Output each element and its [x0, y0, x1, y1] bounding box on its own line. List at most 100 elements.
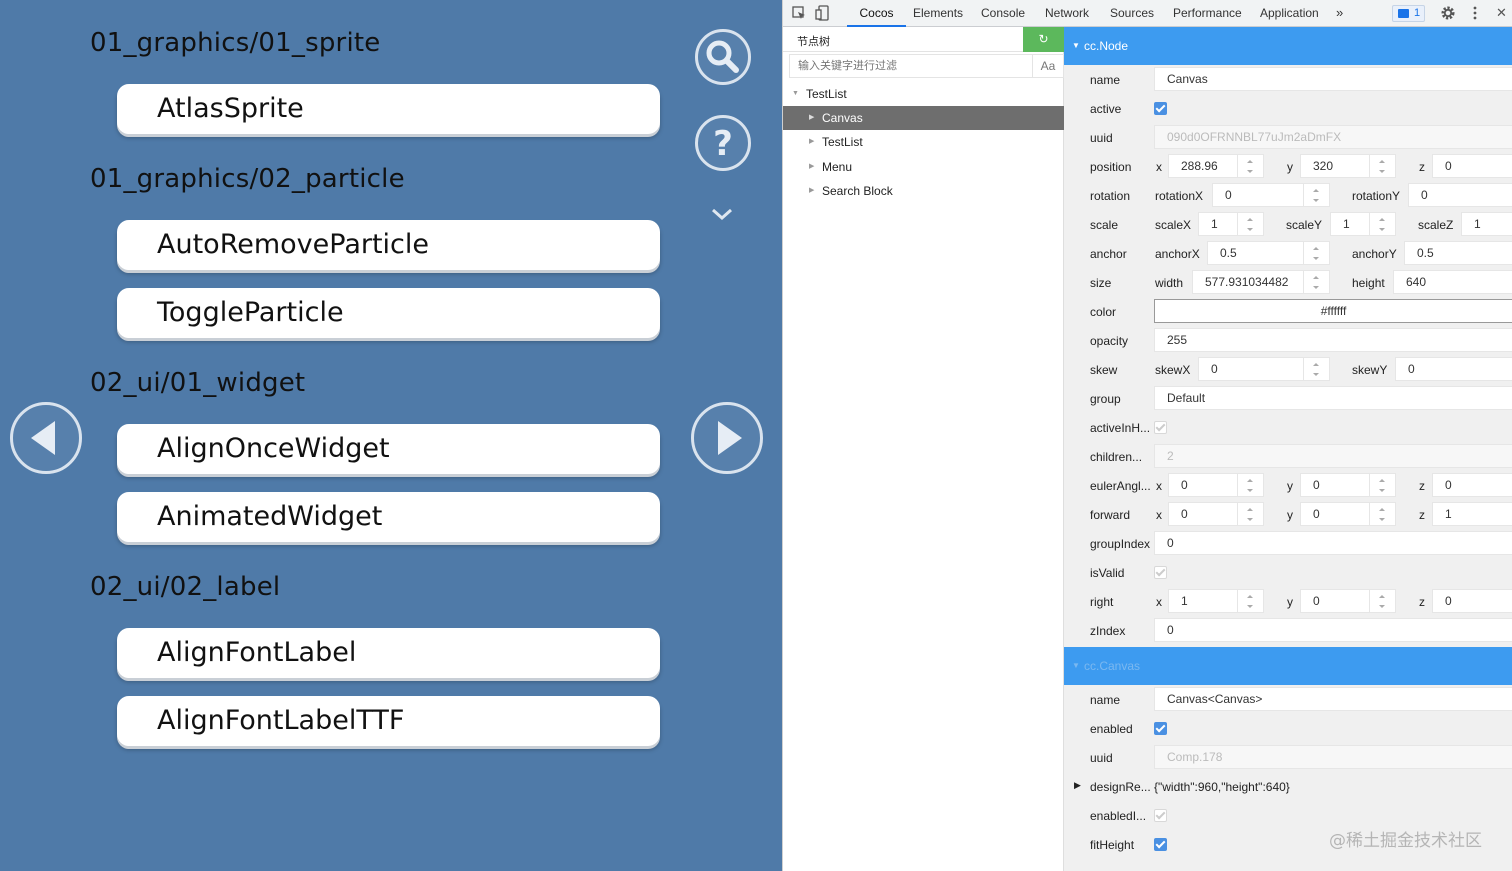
- watermark: @稀土掘金技术社区: [1329, 831, 1482, 851]
- right-x-input[interactable]: 1: [1168, 589, 1238, 613]
- tab-performance[interactable]: Performance: [1173, 0, 1242, 27]
- forward-y-stepper[interactable]: [1370, 502, 1396, 526]
- skew-x-input[interactable]: 0: [1198, 357, 1304, 381]
- position-x-input[interactable]: 288.96: [1168, 154, 1238, 178]
- test-button-animatedwidget[interactable]: AnimatedWidget: [117, 492, 660, 542]
- scale-x-stepper[interactable]: [1238, 212, 1264, 236]
- euler-x-input[interactable]: 0: [1168, 473, 1238, 497]
- tree-node-canvas[interactable]: ▶ Canvas: [783, 106, 1064, 130]
- euler-z-input[interactable]: 0: [1432, 473, 1512, 497]
- prop-row-design-resolution[interactable]: ▶ designRe... {"width":960,"height":640}: [1064, 772, 1512, 801]
- devtools-tabbar: Cocos Elements Console Network Sources P…: [783, 0, 1512, 27]
- forward-x-stepper[interactable]: [1238, 502, 1264, 526]
- active-checkbox[interactable]: [1154, 102, 1167, 115]
- position-z-input[interactable]: 0: [1432, 154, 1512, 178]
- fit-height-checkbox[interactable]: [1154, 838, 1167, 851]
- test-button-toggleparticle[interactable]: ToggleParticle: [117, 288, 660, 338]
- right-z-input[interactable]: 0: [1432, 589, 1512, 613]
- expand-triangle-icon[interactable]: ▶: [1074, 780, 1081, 791]
- rotation-x-stepper[interactable]: [1304, 183, 1330, 207]
- canvas-name-field[interactable]: Canvas<Canvas>: [1154, 687, 1512, 711]
- rotation-y-input[interactable]: 0: [1408, 183, 1512, 207]
- device-toolbar-icon[interactable]: [815, 5, 831, 21]
- tab-cocos[interactable]: Cocos: [847, 0, 906, 27]
- tab-elements[interactable]: Elements: [913, 0, 963, 27]
- zindex-input[interactable]: 0: [1154, 618, 1512, 642]
- section-title: 01_graphics/01_sprite: [90, 28, 381, 58]
- position-y-input[interactable]: 320: [1300, 154, 1370, 178]
- height-input[interactable]: 640: [1393, 270, 1512, 294]
- forward-z-input[interactable]: 1: [1432, 502, 1512, 526]
- euler-y-input[interactable]: 0: [1300, 473, 1370, 497]
- help-icon[interactable]: ?: [695, 115, 751, 171]
- inspect-element-icon[interactable]: [791, 5, 807, 21]
- width-stepper[interactable]: [1304, 270, 1330, 294]
- test-button-autoremoveparticle[interactable]: AutoRemoveParticle: [117, 220, 660, 270]
- position-y-stepper[interactable]: [1370, 154, 1396, 178]
- prop-row-scale: scale scaleX 1 scaleY 1 scaleZ 1: [1064, 210, 1512, 239]
- skew-x-stepper[interactable]: [1304, 357, 1330, 381]
- right-y-stepper[interactable]: [1370, 589, 1396, 613]
- prop-row-anchor: anchor anchorX 0.5 anchorY 0.5: [1064, 239, 1512, 268]
- chevron-down-icon[interactable]: [711, 207, 733, 221]
- group-field[interactable]: Default: [1154, 386, 1512, 410]
- close-icon[interactable]: ✕: [1496, 0, 1507, 27]
- expanded-triangle-icon: ▼: [792, 90, 799, 97]
- section-title: 01_graphics/02_particle: [90, 164, 405, 194]
- tree-node-testlist-root[interactable]: ▼ TestList: [783, 82, 1064, 106]
- forward-y-input[interactable]: 0: [1300, 502, 1370, 526]
- test-button-alignfontlabelttf[interactable]: AlignFontLabelTTF: [117, 696, 660, 746]
- collapsed-triangle-icon: ▶: [809, 138, 815, 145]
- arrow-right-icon[interactable]: [691, 402, 763, 474]
- refresh-button[interactable]: ↻: [1023, 27, 1064, 52]
- game-viewport[interactable]: 01_graphics/01_sprite AtlasSprite 01_gra…: [0, 0, 782, 871]
- more-tabs-icon[interactable]: »: [1336, 0, 1343, 27]
- anchor-y-input[interactable]: 0.5: [1404, 241, 1512, 265]
- component-header-cc-canvas[interactable]: ▼ cc.Canvas: [1064, 647, 1512, 685]
- test-button-alignfontlabel[interactable]: AlignFontLabel: [117, 628, 660, 678]
- prop-row-right: right x 1 y 0 z 0: [1064, 587, 1512, 616]
- tab-application[interactable]: Application: [1260, 0, 1319, 27]
- right-y-input[interactable]: 0: [1300, 589, 1370, 613]
- devtools-panel: Cocos Elements Console Network Sources P…: [782, 0, 1512, 871]
- scale-y-stepper[interactable]: [1370, 212, 1396, 236]
- anchor-x-stepper[interactable]: [1304, 241, 1330, 265]
- right-x-stepper[interactable]: [1238, 589, 1264, 613]
- properties-inspector: ▼ cc.Node name Canvas active uuid 090d0O…: [1064, 27, 1512, 871]
- component-header-cc-node[interactable]: ▼ cc.Node: [1064, 27, 1512, 65]
- tab-network[interactable]: Network: [1045, 0, 1089, 27]
- test-button-alignoncewidget[interactable]: AlignOnceWidget: [117, 424, 660, 474]
- anchor-x-input[interactable]: 0.5: [1207, 241, 1304, 265]
- scale-z-input[interactable]: 1: [1461, 212, 1512, 236]
- arrow-left-icon[interactable]: [10, 402, 82, 474]
- canvas-enabled-checkbox[interactable]: [1154, 722, 1167, 735]
- scale-y-input[interactable]: 1: [1330, 212, 1370, 236]
- tab-sources[interactable]: Sources: [1110, 0, 1154, 27]
- match-case-toggle[interactable]: Aa: [1033, 54, 1064, 78]
- color-picker[interactable]: #ffffff: [1154, 299, 1512, 323]
- prop-row-name: name Canvas: [1064, 65, 1512, 94]
- search-icon[interactable]: [695, 29, 751, 85]
- prop-row-active-in-hierarchy: activeInH...: [1064, 413, 1512, 442]
- issues-badge[interactable]: 1: [1392, 5, 1425, 22]
- tree-node-search-block[interactable]: ▶ Search Block: [783, 179, 1064, 203]
- position-x-stepper[interactable]: [1238, 154, 1264, 178]
- tab-console[interactable]: Console: [981, 0, 1025, 27]
- tree-node-menu[interactable]: ▶ Menu: [783, 155, 1064, 179]
- kebab-menu-icon[interactable]: [1467, 5, 1483, 21]
- tree-filter-input[interactable]: [789, 54, 1033, 78]
- scale-x-input[interactable]: 1: [1198, 212, 1238, 236]
- group-index-input[interactable]: 0: [1154, 531, 1512, 555]
- settings-gear-icon[interactable]: [1440, 5, 1456, 21]
- opacity-input[interactable]: 255: [1154, 328, 1512, 352]
- tree-node-testlist[interactable]: ▶ TestList: [783, 130, 1064, 154]
- test-button-atlassprite[interactable]: AtlasSprite: [117, 84, 660, 134]
- skew-y-input[interactable]: 0: [1395, 357, 1512, 381]
- rotation-x-input[interactable]: 0: [1212, 183, 1304, 207]
- prop-row-is-valid: isValid: [1064, 558, 1512, 587]
- name-field[interactable]: Canvas: [1154, 67, 1512, 91]
- euler-y-stepper[interactable]: [1370, 473, 1396, 497]
- euler-x-stepper[interactable]: [1238, 473, 1264, 497]
- forward-x-input[interactable]: 0: [1168, 502, 1238, 526]
- width-input[interactable]: 577.931034482: [1192, 270, 1304, 294]
